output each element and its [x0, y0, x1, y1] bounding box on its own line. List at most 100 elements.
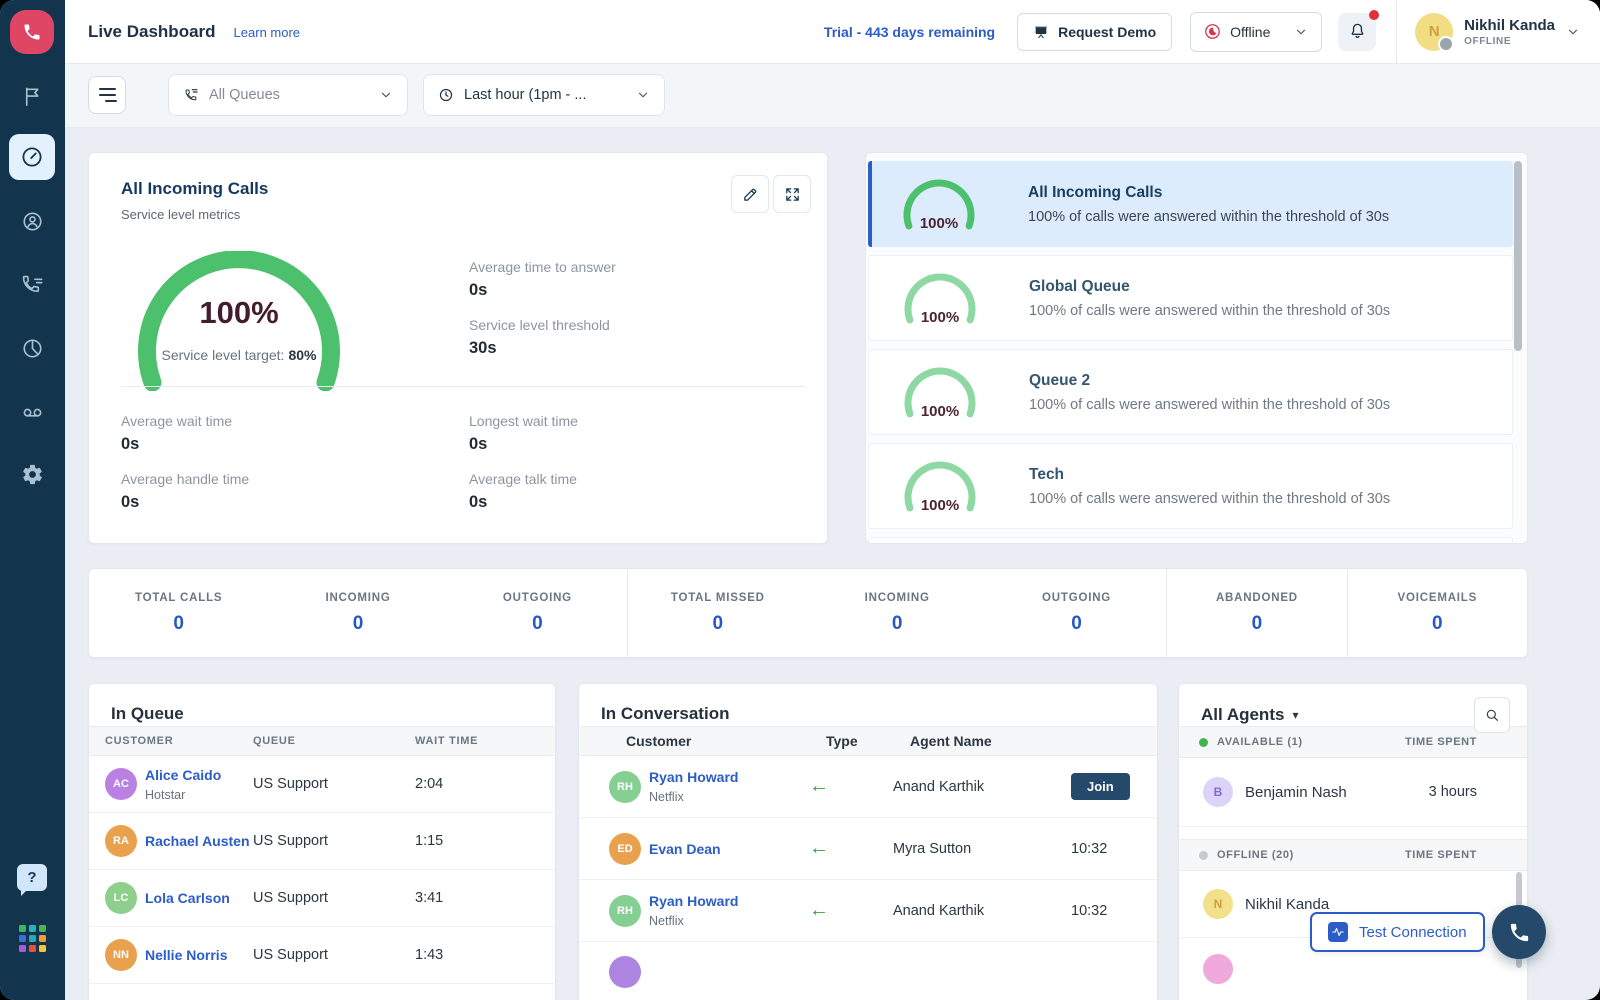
freshcaller-logo[interactable]	[10, 10, 54, 54]
queue-card-global-queue[interactable]: 100% Global Queue 100% of calls were ans…	[868, 255, 1513, 341]
card-subtitle: Service level metrics	[121, 207, 240, 222]
time-filter-dropdown[interactable]: Last hour (1pm - ...	[423, 74, 665, 116]
avatar: RH	[609, 895, 641, 927]
table-header: CUSTOMER QUEUE WAIT TIME	[89, 726, 555, 756]
time-filter-value: Last hour (1pm - ...	[464, 87, 587, 103]
incoming-call-arrow-icon: ←	[809, 899, 829, 921]
queue-gauge: 100%	[895, 271, 985, 325]
nav-contacts[interactable]	[12, 201, 52, 241]
queue-name: Global Queue	[1029, 278, 1390, 296]
app-switcher-button[interactable]	[19, 925, 47, 952]
dialer-fab-button[interactable]	[1492, 905, 1546, 959]
user-status-label: OFFLINE	[1464, 36, 1555, 47]
topbar: Live Dashboard Learn more Trial - 443 da…	[65, 0, 1600, 64]
customer-link[interactable]: Nellie Norris	[145, 947, 227, 963]
gauge-target: Service level target:80%	[119, 347, 359, 363]
menu-button[interactable]	[88, 76, 126, 114]
test-connection-button[interactable]: Test Connection	[1310, 912, 1485, 952]
learn-more-link[interactable]: Learn more	[234, 25, 300, 40]
table-row: NN Nellie Norris US Support 1:43	[89, 927, 555, 984]
offline-status-dot	[1199, 851, 1208, 860]
agents-section-offline: OFFLINE (20) TIME SPENT	[1179, 839, 1527, 871]
offline-moon-icon	[1204, 23, 1221, 40]
customer-company: Hotstar	[145, 788, 221, 802]
queue-metrics-list: 100% All Incoming Calls 100% of calls we…	[865, 152, 1528, 544]
wait-time-cell: 3:41	[415, 890, 545, 906]
app-window: ? Live Dashboard Learn more Trial - 443 …	[0, 0, 1600, 1000]
chevron-down-icon	[379, 88, 393, 102]
stat-outgoing: OUTGOING0	[448, 569, 627, 657]
stat-missed-incoming: INCOMING0	[808, 569, 987, 657]
speedometer-icon	[20, 145, 44, 169]
bell-icon	[1348, 22, 1367, 41]
scrollbar-thumb[interactable]	[1514, 161, 1522, 351]
table-row: LC Lola Carlson US Support 3:41	[89, 870, 555, 927]
metric-longest-wait-time: Longest wait time 0s	[469, 413, 578, 454]
expand-icon	[784, 186, 801, 203]
avatar	[1203, 954, 1233, 984]
pencil-icon	[742, 186, 759, 203]
nav-voicemail[interactable]	[12, 391, 52, 431]
queue-cell: US Support	[253, 833, 415, 849]
agent-time-spent: 3 hours	[1429, 784, 1477, 800]
avatar: ED	[609, 833, 641, 865]
stat-abandoned: ABANDONED0	[1167, 569, 1346, 657]
caret-down-icon: ▾	[1292, 708, 1298, 722]
chevron-down-icon	[1566, 25, 1580, 39]
customer-link[interactable]: Ryan Howard	[649, 893, 738, 909]
metric-avg-handle-time: Average handle time 0s	[121, 471, 249, 512]
agent-name-cell: Myra Sutton	[875, 841, 1071, 857]
presence-dropdown[interactable]: Offline	[1190, 12, 1322, 52]
gauge-value: 100%	[119, 295, 359, 331]
call-stats-bar: TOTAL CALLS0 INCOMING0 OUTGOING0 TOTAL M…	[88, 568, 1528, 658]
edit-widget-button[interactable]	[731, 175, 769, 213]
divider	[1396, 0, 1397, 63]
stat-total-missed: TOTAL MISSED0	[628, 569, 807, 657]
notification-dot	[1369, 10, 1379, 20]
nav-reports[interactable]	[12, 328, 52, 368]
available-status-dot	[1199, 738, 1208, 747]
nav-settings[interactable]	[12, 454, 52, 494]
nav-dashboard[interactable]	[9, 134, 55, 180]
duration-cell: 10:32	[1071, 841, 1133, 857]
queue-card-all-incoming-calls[interactable]: 100% All Incoming Calls 100% of calls we…	[868, 161, 1513, 247]
stat-voicemails: VOICEMAILS0	[1348, 569, 1527, 657]
metric-service-level-threshold: Service level threshold 30s	[469, 317, 610, 358]
wait-time-cell: 2:04	[415, 776, 545, 792]
customer-link[interactable]: Evan Dean	[649, 841, 721, 857]
notifications-button[interactable]	[1338, 13, 1376, 51]
nav-flag[interactable]	[12, 76, 52, 116]
phone-icon	[22, 22, 42, 42]
service-level-gauge: 100% Service level target:80%	[119, 251, 359, 391]
agent-search-button[interactable]	[1474, 697, 1510, 733]
customer-link[interactable]: Rachael Austen	[145, 833, 250, 849]
customer-company: Netflix	[649, 790, 738, 804]
page-title: Live Dashboard	[88, 22, 216, 42]
expand-widget-button[interactable]	[773, 175, 811, 213]
agent-name-cell: Anand Karthik	[875, 903, 1071, 919]
queue-gauge: 100%	[895, 365, 985, 419]
join-call-button[interactable]: Join	[1071, 773, 1130, 800]
request-demo-button[interactable]: Request Demo	[1017, 13, 1172, 51]
service-level-card: All Incoming Calls Service level metrics…	[88, 152, 828, 544]
user-avatar: N	[1415, 13, 1453, 51]
queues-filter-dropdown[interactable]: All Queues	[168, 74, 408, 116]
customer-link[interactable]: Lola Carlson	[145, 890, 230, 906]
incoming-call-arrow-icon: ←	[809, 837, 829, 859]
pulse-icon	[1328, 922, 1348, 942]
wait-time-cell: 1:43	[415, 947, 545, 963]
nav-call-metrics[interactable]	[12, 265, 52, 305]
customer-link[interactable]: Alice Caido	[145, 767, 221, 783]
queue-card-tech[interactable]: 100% Tech 100% of calls were answered wi…	[868, 443, 1513, 529]
table-row	[579, 942, 1157, 1000]
queue-gauge: 100%	[895, 459, 985, 513]
user-status-dot	[1438, 36, 1454, 52]
queue-name: Tech	[1029, 466, 1390, 484]
queue-phone-icon	[183, 87, 199, 103]
customer-company: Netflix	[649, 914, 738, 928]
help-button[interactable]: ?	[17, 864, 47, 891]
user-menu[interactable]: N Nikhil Kanda OFFLINE	[1415, 13, 1580, 51]
customer-link[interactable]: Ryan Howard	[649, 769, 738, 785]
queue-card-queue-2[interactable]: 100% Queue 2 100% of calls were answered…	[868, 349, 1513, 435]
metric-avg-wait-time: Average wait time 0s	[121, 413, 232, 454]
